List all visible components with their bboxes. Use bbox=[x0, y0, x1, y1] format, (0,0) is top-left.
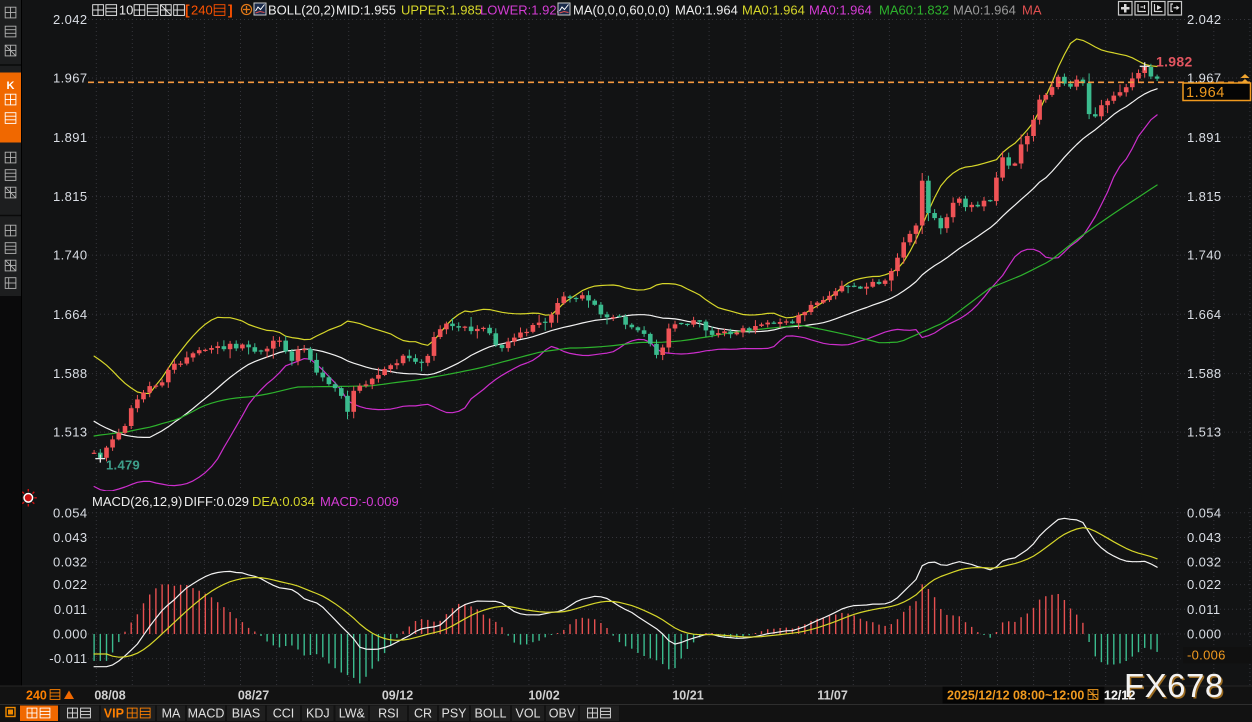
svg-text:LW&: LW& bbox=[339, 707, 366, 721]
svg-text:LOWER:1.924: LOWER:1.924 bbox=[480, 3, 564, 18]
svg-text:VOL: VOL bbox=[515, 707, 540, 721]
svg-text:RSI: RSI bbox=[378, 707, 399, 721]
svg-text:10: 10 bbox=[119, 3, 133, 18]
svg-text:MID:1.955: MID:1.955 bbox=[336, 3, 396, 18]
svg-text:MA(0,0,0,60,0,0): MA(0,0,0,60,0,0) bbox=[573, 3, 670, 18]
svg-text:1.982: 1.982 bbox=[1156, 54, 1193, 70]
svg-text:2.042: 2.042 bbox=[1187, 12, 1222, 27]
svg-text:UPPER:1.985: UPPER:1.985 bbox=[401, 3, 482, 18]
svg-text:0.022: 0.022 bbox=[1187, 577, 1222, 592]
svg-text:]: ] bbox=[228, 2, 233, 18]
svg-text:1.479: 1.479 bbox=[106, 458, 140, 473]
svg-text:1.740: 1.740 bbox=[53, 248, 88, 263]
svg-text:11/07: 11/07 bbox=[817, 689, 848, 703]
svg-text:1.891: 1.891 bbox=[1187, 130, 1222, 145]
svg-text:CCI: CCI bbox=[273, 707, 295, 721]
svg-text:MA0:1.964: MA0:1.964 bbox=[742, 3, 805, 18]
svg-text:MA60:1.832: MA60:1.832 bbox=[879, 3, 949, 18]
svg-text:1.964: 1.964 bbox=[1186, 85, 1225, 101]
svg-text:1.815: 1.815 bbox=[53, 189, 88, 204]
svg-text:0.011: 0.011 bbox=[1187, 602, 1221, 617]
svg-text:1.967: 1.967 bbox=[53, 71, 88, 86]
svg-text:0.054: 0.054 bbox=[53, 505, 88, 520]
svg-text:1.740: 1.740 bbox=[1187, 248, 1222, 263]
svg-text:0.000: 0.000 bbox=[53, 627, 88, 642]
svg-text:MA: MA bbox=[162, 707, 181, 721]
svg-text:240: 240 bbox=[26, 689, 47, 703]
svg-text:-0.006: -0.006 bbox=[1187, 648, 1226, 663]
svg-text:08/08: 08/08 bbox=[94, 689, 125, 703]
svg-text:DEA:0.034: DEA:0.034 bbox=[252, 494, 315, 509]
svg-text:BIAS: BIAS bbox=[232, 707, 261, 721]
svg-text:2025/12/12 08:00~12:00: 2025/12/12 08:00~12:00 bbox=[947, 689, 1084, 703]
svg-text:1.588: 1.588 bbox=[53, 366, 88, 381]
svg-text:MA0:1.964: MA0:1.964 bbox=[953, 3, 1016, 18]
svg-text:KDJ: KDJ bbox=[306, 707, 330, 721]
svg-text:240: 240 bbox=[191, 3, 213, 18]
svg-text:FX678: FX678 bbox=[1124, 667, 1224, 704]
svg-text:2.042: 2.042 bbox=[53, 12, 88, 27]
svg-text:10/21: 10/21 bbox=[672, 689, 703, 703]
svg-text:MA0:1.964: MA0:1.964 bbox=[675, 3, 738, 18]
svg-text:12/12: 12/12 bbox=[1104, 689, 1135, 703]
svg-text:1.815: 1.815 bbox=[1187, 189, 1222, 204]
svg-text:-0.011: -0.011 bbox=[49, 651, 87, 666]
svg-text:MA: MA bbox=[1022, 3, 1042, 18]
svg-text:0.000: 0.000 bbox=[1187, 627, 1222, 642]
svg-text:0.054: 0.054 bbox=[1187, 505, 1222, 520]
svg-text:0.032: 0.032 bbox=[53, 555, 88, 570]
svg-text:1.891: 1.891 bbox=[53, 130, 88, 145]
svg-text:0.022: 0.022 bbox=[53, 577, 88, 592]
svg-text:OBV: OBV bbox=[549, 707, 576, 721]
svg-text:1.664: 1.664 bbox=[53, 307, 88, 322]
svg-text:CR: CR bbox=[414, 707, 432, 721]
svg-text:VIP: VIP bbox=[104, 707, 124, 721]
svg-text:0.032: 0.032 bbox=[1187, 555, 1222, 570]
svg-text:09/12: 09/12 bbox=[382, 689, 413, 703]
svg-text:MA0:1.964: MA0:1.964 bbox=[809, 3, 872, 18]
svg-text:1.513: 1.513 bbox=[1187, 425, 1222, 440]
svg-text:0.011: 0.011 bbox=[54, 602, 88, 617]
svg-text:1.664: 1.664 bbox=[1187, 307, 1222, 322]
svg-text:0.043: 0.043 bbox=[1187, 530, 1222, 545]
svg-text:PSY: PSY bbox=[441, 707, 467, 721]
svg-text:10/02: 10/02 bbox=[528, 689, 559, 703]
svg-text:0.043: 0.043 bbox=[53, 530, 88, 545]
svg-text:BOLL(20,2): BOLL(20,2) bbox=[268, 3, 335, 18]
svg-text:DIFF:0.029: DIFF:0.029 bbox=[184, 494, 249, 509]
svg-text:BOLL: BOLL bbox=[475, 707, 507, 721]
svg-text:MACD: MACD bbox=[188, 707, 225, 721]
svg-text:K: K bbox=[7, 80, 15, 92]
svg-text:08/27: 08/27 bbox=[238, 689, 269, 703]
svg-text:1.513: 1.513 bbox=[53, 425, 88, 440]
svg-text:MACD:-0.009: MACD:-0.009 bbox=[320, 494, 399, 509]
svg-text:[: [ bbox=[185, 2, 190, 18]
svg-text:1.588: 1.588 bbox=[1187, 366, 1222, 381]
svg-text:MACD(26,12,9): MACD(26,12,9) bbox=[92, 494, 182, 509]
